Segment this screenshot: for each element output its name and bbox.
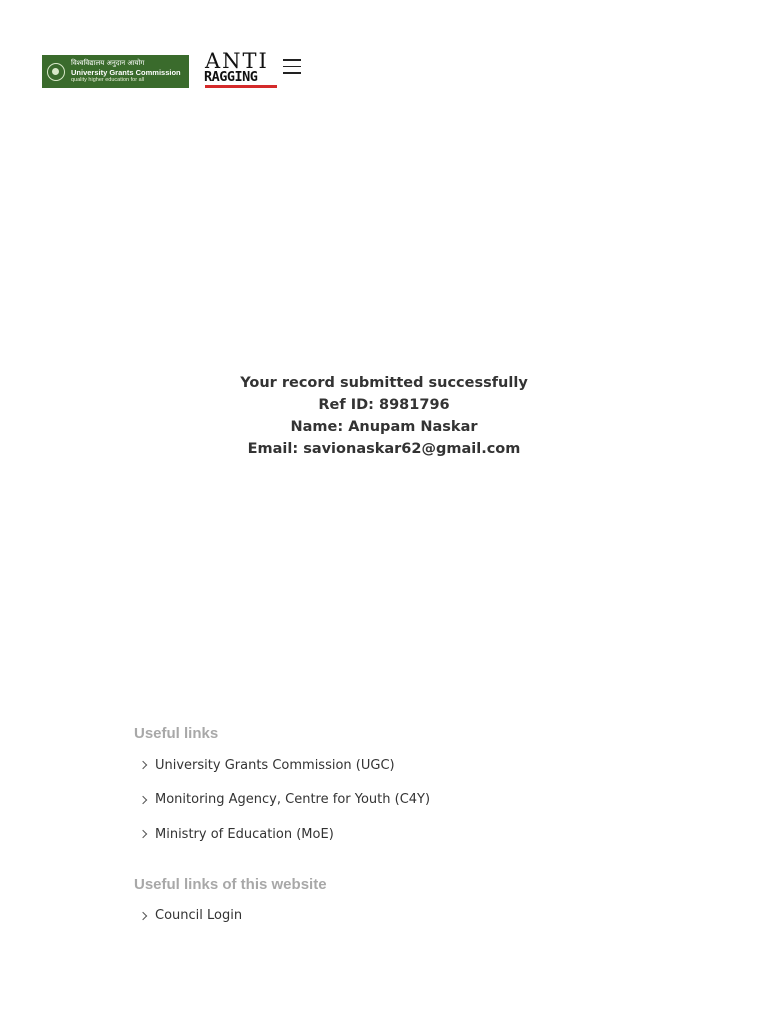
link-c4y[interactable]: Monitoring Agency, Centre for Youth (C4Y… bbox=[155, 792, 430, 807]
chevron-right-icon bbox=[138, 830, 148, 839]
chevron-right-icon bbox=[138, 911, 148, 920]
link-moe[interactable]: Ministry of Education (MoE) bbox=[155, 827, 334, 842]
site-footer: Useful links University Grants Commissio… bbox=[134, 720, 694, 933]
site-header: विश्वविद्यालय अनुदान आयोग University Gra… bbox=[0, 0, 768, 110]
chevron-right-icon bbox=[138, 795, 148, 804]
success-message: Your record submitted successfully bbox=[240, 375, 528, 391]
useful-links-title: Useful links bbox=[134, 725, 219, 742]
list-item: Monitoring Agency, Centre for Youth (C4Y… bbox=[134, 783, 694, 818]
ref-id: Ref ID: 8981796 bbox=[318, 397, 450, 413]
list-item: Ministry of Education (MoE) bbox=[134, 817, 694, 852]
menu-bar bbox=[283, 59, 301, 61]
useful-links-section: Useful links University Grants Commissio… bbox=[134, 720, 694, 852]
hamburger-menu-icon[interactable] bbox=[282, 59, 302, 77]
link-ugc[interactable]: University Grants Commission (UGC) bbox=[155, 758, 395, 773]
ugc-emblem-icon bbox=[47, 62, 65, 81]
link-council-login[interactable]: Council Login bbox=[155, 908, 242, 923]
anti-ragging-logo-underline bbox=[205, 85, 277, 88]
submission-confirmation: Your record submitted successfully Ref I… bbox=[0, 372, 768, 460]
ugc-logo-tagline: quality higher education for all bbox=[71, 76, 145, 83]
submitter-name: Name: Anupam Naskar bbox=[290, 419, 478, 435]
ugc-logo[interactable]: विश्वविद्यालय अनुदान आयोग University Gra… bbox=[42, 55, 189, 88]
menu-bar bbox=[283, 72, 301, 74]
submitter-email: Email: savionaskar62@gmail.com bbox=[247, 441, 521, 457]
ugc-logo-text: विश्वविद्यालय अनुदान आयोग University Gra… bbox=[71, 60, 181, 83]
chevron-right-icon bbox=[138, 761, 148, 770]
ugc-logo-name: University Grants Commission bbox=[71, 68, 181, 77]
ugc-logo-hindi: विश्वविद्यालय अनुदान आयोग bbox=[71, 59, 145, 67]
list-item: Council Login bbox=[134, 899, 694, 934]
menu-bar bbox=[283, 65, 301, 68]
site-links-section: Useful links of this website Council Log… bbox=[134, 871, 694, 934]
anti-ragging-logo[interactable]: ANTI RAGGING bbox=[204, 51, 280, 89]
site-links-list: Council Login bbox=[134, 899, 694, 934]
list-item: University Grants Commission (UGC) bbox=[134, 748, 694, 783]
useful-links-list: University Grants Commission (UGC) Monit… bbox=[134, 748, 694, 852]
anti-ragging-logo-bottom: RAGGING bbox=[204, 69, 258, 85]
site-links-title: Useful links of this website bbox=[134, 875, 327, 893]
